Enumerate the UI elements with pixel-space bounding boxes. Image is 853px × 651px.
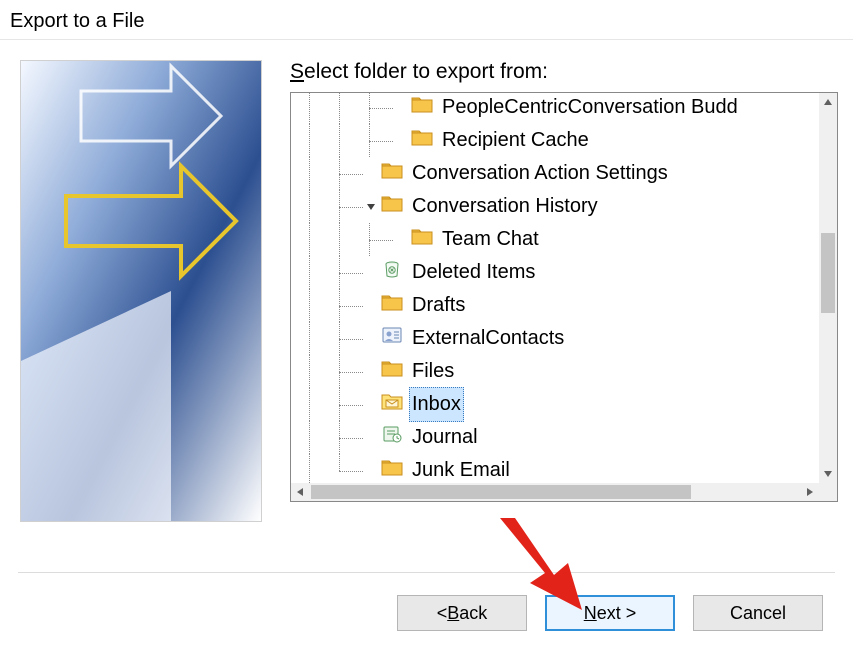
deleted-icon — [381, 256, 409, 289]
chevron-down-icon[interactable] — [363, 199, 379, 215]
window-title: Export to a File — [0, 0, 853, 40]
tree-item-label: Recipient Cache — [439, 124, 592, 157]
next-button[interactable]: Next > — [545, 595, 675, 631]
wizard-buttons: < Back Next > Cancel — [397, 595, 823, 631]
inbox-icon — [381, 388, 409, 421]
tree-item-label: Files — [409, 355, 457, 388]
cancel-button[interactable]: Cancel — [693, 595, 823, 631]
folder-icon — [381, 454, 409, 483]
folder-icon — [381, 157, 409, 190]
tree-item[interactable]: Deleted Items — [291, 256, 819, 289]
folder-tree[interactable]: PeopleCentricConversation BuddRecipient … — [290, 92, 838, 502]
tree-item[interactable]: Conversation History — [291, 190, 819, 223]
tree-item-label: Conversation History — [409, 190, 601, 223]
tree-item[interactable]: Inbox — [291, 388, 819, 421]
right-pane: Select folder to export from: PeopleCent… — [290, 60, 843, 502]
folder-icon — [381, 190, 409, 223]
folder-icon — [411, 124, 439, 157]
tree-item-label: Journal — [409, 421, 481, 454]
tree-item[interactable]: Files — [291, 355, 819, 388]
tree-item[interactable]: PeopleCentricConversation Budd — [291, 93, 819, 124]
folder-icon — [381, 289, 409, 322]
tree-item[interactable]: Journal — [291, 421, 819, 454]
tree-item-label: Deleted Items — [409, 256, 538, 289]
journal-icon — [381, 421, 409, 454]
tree-item[interactable]: ExternalContacts — [291, 322, 819, 355]
vertical-scroll-thumb[interactable] — [821, 233, 835, 313]
horizontal-scroll-thumb[interactable] — [311, 485, 691, 499]
folder-icon — [381, 355, 409, 388]
tree-item[interactable]: Drafts — [291, 289, 819, 322]
scroll-up-icon[interactable] — [819, 93, 837, 111]
scroll-corner — [819, 483, 837, 501]
folder-icon — [411, 93, 439, 124]
content-area: Select folder to export from: PeopleCent… — [20, 60, 843, 561]
tree-item-label: PeopleCentricConversation Budd — [439, 93, 741, 124]
tree-item[interactable]: Team Chat — [291, 223, 819, 256]
export-wizard-window: Export to a File — [0, 0, 853, 651]
tree-item-label: Inbox — [409, 387, 464, 422]
separator — [18, 572, 835, 573]
folder-icon — [411, 223, 439, 256]
tree-item-label: Team Chat — [439, 223, 542, 256]
scroll-left-icon[interactable] — [291, 483, 309, 501]
tree-item[interactable]: Recipient Cache — [291, 124, 819, 157]
scroll-down-icon[interactable] — [819, 465, 837, 483]
tree-item[interactable]: Junk Email — [291, 454, 819, 483]
tree-item[interactable]: Conversation Action Settings — [291, 157, 819, 190]
wizard-decoration — [20, 60, 262, 522]
horizontal-scrollbar[interactable] — [291, 483, 819, 501]
scroll-right-icon[interactable] — [801, 483, 819, 501]
back-button[interactable]: < Back — [397, 595, 527, 631]
select-folder-label: Select folder to export from: — [290, 60, 843, 84]
tree-item-label: ExternalContacts — [409, 322, 567, 355]
vertical-scrollbar[interactable] — [819, 93, 837, 483]
tree-item-label: Junk Email — [409, 454, 513, 483]
tree-item-label: Drafts — [409, 289, 468, 322]
contacts-icon — [381, 322, 409, 355]
tree-item-label: Conversation Action Settings — [409, 157, 671, 190]
